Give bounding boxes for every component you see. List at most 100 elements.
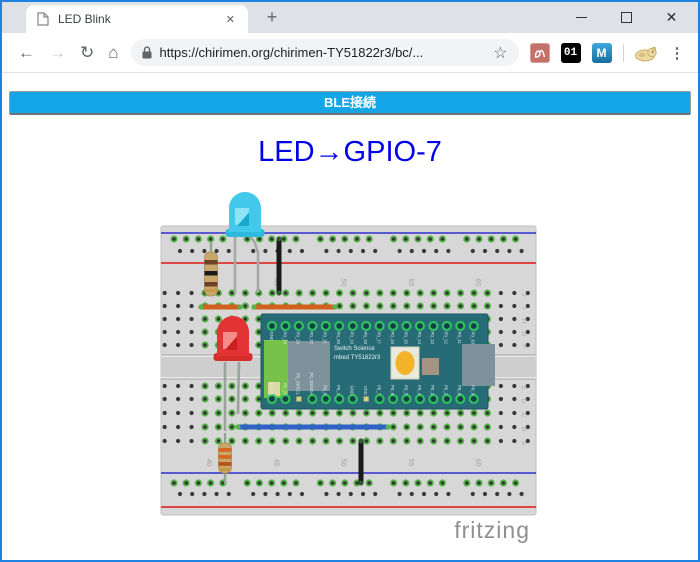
window-controls: ✕ (559, 2, 694, 33)
url-text[interactable]: https://chirimen.org/chirimen-TY51822r3/… (160, 45, 490, 60)
row-label: D (520, 399, 527, 404)
maximize-button[interactable] (604, 2, 649, 33)
breadboard-hole (283, 410, 288, 415)
menu-icon[interactable]: ⋮ (670, 44, 685, 62)
breadboard-hole (498, 343, 502, 347)
breadboard-hole (403, 480, 408, 485)
row-label: H (520, 319, 527, 324)
bookmark-star-icon[interactable]: ☆ (493, 43, 507, 63)
breadboard-hole (377, 290, 382, 295)
hamster-extension[interactable] (633, 44, 659, 62)
breadboard-hole (162, 291, 166, 295)
mcu-pin-label: P0_5 (403, 385, 408, 396)
breadboard-hole (498, 304, 502, 308)
breadboard-hole (484, 303, 489, 308)
breadboard-hole (176, 439, 180, 443)
breadboard-hole (498, 439, 502, 443)
breadboard-hole (427, 236, 432, 241)
breadboard-hole (229, 424, 234, 429)
breadboard-hole (215, 316, 220, 321)
breadboard-hole (390, 236, 395, 241)
breadboard-hole (519, 492, 523, 496)
extension-m[interactable]: M (592, 43, 612, 63)
breadboard-hole (162, 397, 166, 401)
breadboard-hole (323, 410, 328, 415)
breadboard-hole (444, 290, 449, 295)
column-label: 50 (339, 279, 346, 287)
breadboard-hole (404, 303, 409, 308)
mcu-pin-label: P0_1 (336, 385, 341, 396)
breadboard-hole (471, 290, 476, 295)
maximize-icon (621, 12, 632, 23)
row-label: J (520, 293, 527, 296)
mcu-pin-label: P0_13 (430, 332, 435, 345)
blue-wire (235, 424, 390, 429)
forward-button[interactable]: → (49, 44, 66, 61)
back-button[interactable]: ← (18, 44, 35, 61)
breadboard-hole (215, 396, 220, 401)
mcu-usb-connector (462, 344, 495, 386)
fritzing-figure: 40455055604045505560JIHGFEDCBA (158, 186, 543, 553)
breadboard-hole (283, 290, 288, 295)
minimize-button[interactable] (559, 2, 604, 33)
breadboard-hole (202, 438, 207, 443)
tab-close-icon[interactable]: ✕ (221, 12, 240, 27)
mcu-pin-GND (348, 395, 356, 403)
breadboard-hole (329, 236, 334, 241)
breadboard-hole (162, 439, 166, 443)
breadboard-hole (390, 438, 395, 443)
breadboard-hole (162, 411, 166, 415)
address-bar[interactable]: https://chirimen.org/chirimen-TY51822r3/… (131, 39, 519, 66)
breadboard-hole (189, 425, 193, 429)
rail-line-blue-bottom (161, 472, 536, 474)
breadboard-hole (512, 291, 516, 295)
breadboard-hole (512, 411, 516, 415)
row-label: F (520, 345, 527, 349)
breadboard-hole (350, 410, 355, 415)
breadboard-hole (226, 249, 230, 253)
breadboard-hole (309, 410, 314, 415)
breadboard-hole (244, 480, 249, 485)
mcu-pin-P0_8 (456, 395, 464, 403)
extension-acrobat[interactable] (530, 43, 550, 63)
breadboard-hole (360, 249, 364, 253)
breadboard-hole (242, 303, 247, 308)
column-label: 45 (272, 459, 279, 467)
breadboard-hole (229, 410, 234, 415)
close-button[interactable]: ✕ (649, 2, 694, 33)
breadboard-hole (329, 480, 334, 485)
breadboard-hole (512, 397, 516, 401)
home-button[interactable]: ⌂ (108, 44, 118, 61)
breadboard-hole (215, 438, 220, 443)
breadboard-hole (183, 236, 188, 241)
breadboard-hole (323, 438, 328, 443)
breadboard-hole (336, 249, 340, 253)
new-tab-button[interactable]: + (260, 7, 284, 28)
lock-icon (142, 46, 152, 59)
breadboard-hole (336, 290, 341, 295)
breadboard-hole (488, 236, 493, 241)
row-label: E (520, 386, 527, 391)
column-label: 60 (474, 459, 481, 467)
breadboard-hole (336, 410, 341, 415)
reload-button[interactable]: ↻ (80, 44, 94, 61)
breadboard-hole (512, 236, 517, 241)
toolbar-separator (623, 44, 624, 62)
breadboard-hole (354, 236, 359, 241)
breadboard-hole (430, 410, 435, 415)
breadboard-hole (293, 236, 298, 241)
breadboard-hole (363, 438, 368, 443)
breadboard-hole (415, 236, 420, 241)
breadboard-hole (498, 317, 502, 321)
breadboard-hole (403, 236, 408, 241)
browser-tab[interactable]: LED Blink ✕ (26, 5, 248, 33)
breadboard-hole (512, 384, 516, 388)
breadboard-hole (470, 249, 474, 253)
title-bar: LED Blink ✕ + ✕ (2, 2, 698, 33)
breadboard-hole (324, 249, 328, 253)
breadboard-hole (256, 410, 261, 415)
breadboard-hole (444, 410, 449, 415)
ble-connect-button[interactable]: BLE接続 (9, 91, 691, 115)
extension-01[interactable]: 01 (561, 43, 581, 63)
breadboard-hole (464, 236, 469, 241)
